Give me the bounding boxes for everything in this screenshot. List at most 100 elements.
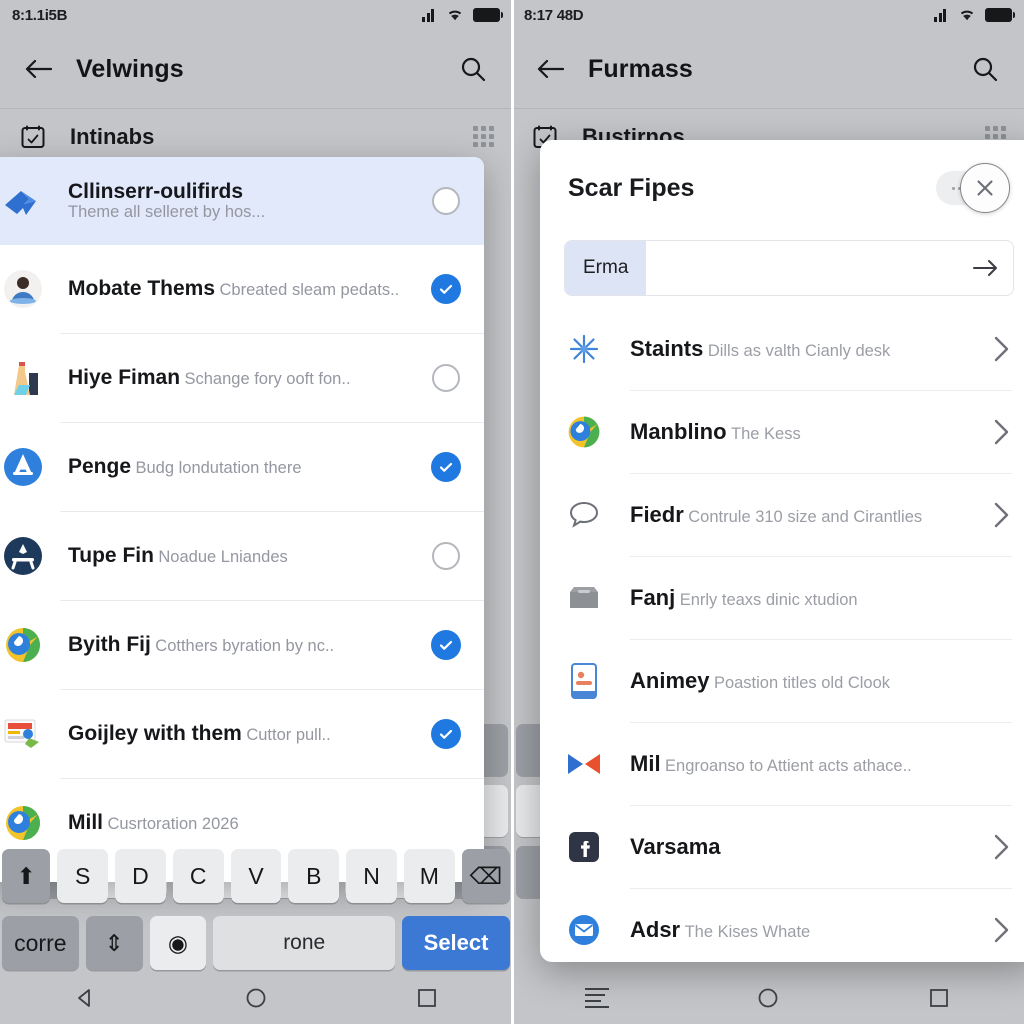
key-s[interactable]: S xyxy=(57,849,109,903)
key-n[interactable]: N xyxy=(346,849,397,903)
recents-square-icon[interactable] xyxy=(404,975,450,1021)
home-circle-icon[interactable] xyxy=(745,975,791,1021)
key-backspace[interactable]: ⌫ xyxy=(461,849,510,903)
list-item-toggle[interactable] xyxy=(430,719,462,749)
inbox-tray-icon xyxy=(562,584,606,612)
list-item-subtitle: Cotthers byration by nc.. xyxy=(155,637,335,656)
battery-icon xyxy=(985,8,1015,22)
list-item-text: Hiye Fiman Schange fory ooft fon.. xyxy=(68,366,430,390)
list-item[interactable]: Mobate Thems Cbreated sleam pedats.. xyxy=(0,245,484,333)
chevron-right-icon[interactable] xyxy=(990,419,1012,445)
list-item[interactable]: Manblino The Kess xyxy=(540,391,1024,473)
list-item-title: Staints xyxy=(630,336,704,362)
key-b[interactable]: B xyxy=(288,849,340,903)
key-space[interactable]: rone xyxy=(213,916,396,970)
list-item[interactable]: Animey Poastion titles old Clook xyxy=(540,640,1024,722)
calendar-check-icon xyxy=(18,122,48,152)
chevron-right-icon[interactable] xyxy=(990,917,1012,943)
list-item-toggle[interactable] xyxy=(430,542,462,570)
dark-circle-icon xyxy=(0,533,46,579)
list-item[interactable]: Byith Fij Cotthers byration by nc.. xyxy=(0,601,484,689)
right-app-bar: Furmass xyxy=(512,30,1024,108)
back-arrow-icon[interactable] xyxy=(530,49,570,89)
person-avatar-icon xyxy=(0,266,46,312)
list-item-subtitle: Cusrtoration 2026 xyxy=(107,815,239,834)
panel-divider xyxy=(511,0,514,1024)
chevron-right-icon[interactable] xyxy=(990,502,1012,528)
bowtie-icon xyxy=(562,751,606,777)
list-item-text: Manblino The Kess xyxy=(630,419,990,444)
search-input[interactable] xyxy=(646,241,959,295)
battery-icon xyxy=(473,8,503,22)
key-shift[interactable]: ⬆ xyxy=(2,849,51,903)
list-item-subtitle: Schange fory ooft fon.. xyxy=(184,370,351,389)
list-item-subtitle: Poastion titles old Clook xyxy=(713,674,891,693)
filter-chip[interactable]: Erma xyxy=(565,241,647,295)
list-item-subtitle: Noadue Lniandes xyxy=(158,548,288,567)
list-item[interactable]: Staints Dills as valth Cianly desk xyxy=(540,308,1024,390)
close-x-icon[interactable] xyxy=(960,163,1010,213)
sparkle-star-icon xyxy=(562,332,606,366)
left-keyboard: ⬆ S D C V B N M ⌫ corre ⇕ ◉ rone Select xyxy=(0,847,512,972)
recents-square-icon[interactable] xyxy=(916,975,962,1021)
list-item[interactable]: Hiye Fiman Schange fory ooft fon.. xyxy=(0,334,484,422)
list-item[interactable]: Cllinserr-oulifirds Theme all selleret b… xyxy=(0,157,484,245)
key-c[interactable]: C xyxy=(172,849,224,903)
list-item-title: Hiye Fiman xyxy=(68,366,181,390)
key-d[interactable]: D xyxy=(115,849,166,903)
list-item-subtitle: Contrule 310 size and Cirantlies xyxy=(688,508,923,527)
signal-icon xyxy=(934,8,949,22)
back-arrow-icon[interactable] xyxy=(18,49,58,89)
list-item-subtitle: Budg londutation there xyxy=(135,459,302,478)
bottle-icon xyxy=(0,355,46,401)
list-item[interactable]: Fiedr Contrule 310 size and Cirantlies xyxy=(540,474,1024,556)
search-input-row[interactable]: Erma xyxy=(564,240,1014,296)
list-item-toggle[interactable] xyxy=(430,187,462,215)
list-item[interactable]: Tupe Fin Noadue Lniandes xyxy=(0,512,484,600)
list-item-subtitle: Enrly teaxs dinic xtudion xyxy=(679,591,858,610)
home-circle-icon[interactable] xyxy=(233,975,279,1021)
arrow-right-icon[interactable] xyxy=(959,241,1013,295)
list-item[interactable]: Adsr The Kises Whate xyxy=(540,889,1024,962)
page-title: Furmass xyxy=(588,54,693,83)
menu-lines-icon[interactable] xyxy=(574,975,620,1021)
key-corre[interactable]: corre xyxy=(2,916,79,970)
search-icon[interactable] xyxy=(452,48,494,90)
list-item-toggle[interactable] xyxy=(430,630,462,660)
chrome-like-icon xyxy=(0,622,46,668)
list-item[interactable]: Mil Engroanso to Attient acts athace.. xyxy=(540,723,1024,805)
list-item-title: Manblino xyxy=(630,419,727,445)
list-item-title: Byith Fij xyxy=(68,633,151,657)
radio-selected-icon xyxy=(431,630,461,660)
key-select[interactable]: Select xyxy=(402,916,511,970)
list-item[interactable]: Fanj Enrly teaxs dinic xtudion xyxy=(540,557,1024,639)
grid-dots-icon[interactable] xyxy=(473,126,494,147)
list-item-title: Adsr xyxy=(630,917,681,943)
list-item-title: Penge xyxy=(68,455,132,479)
chat-bubble-icon xyxy=(562,499,606,531)
key-v[interactable]: V xyxy=(230,849,282,903)
list-item-text: Fiedr Contrule 310 size and Cirantlies xyxy=(630,502,990,527)
back-triangle-icon[interactable] xyxy=(62,975,108,1021)
key-mic[interactable]: ◉ xyxy=(149,916,207,970)
list-item[interactable]: Goijley with them Cuttor pull.. xyxy=(0,690,484,778)
search-icon[interactable] xyxy=(964,48,1006,90)
chevron-right-icon[interactable] xyxy=(990,834,1012,860)
list-item-text: Tupe Fin Noadue Lniandes xyxy=(68,544,430,568)
list-item-toggle[interactable] xyxy=(430,274,462,304)
status-clock: 8:17 48D xyxy=(524,6,584,24)
key-m[interactable]: M xyxy=(403,849,455,903)
right-nav-bar xyxy=(512,972,1024,1024)
dialog-list: Staints Dills as valth Cianly desk Manbl… xyxy=(540,308,1024,962)
key-updown[interactable]: ⇕ xyxy=(85,916,143,970)
list-item-toggle[interactable] xyxy=(430,452,462,482)
radio-selected-icon xyxy=(431,274,461,304)
blue-arrow-icon xyxy=(0,178,46,224)
radio-unselected-icon xyxy=(432,364,460,392)
list-item-title: Mil xyxy=(630,751,661,777)
list-item[interactable]: Varsama xyxy=(540,806,1024,888)
list-item[interactable]: Penge Budg londutation there xyxy=(0,423,484,511)
list-item-title: Animey xyxy=(630,668,710,694)
list-item-toggle[interactable] xyxy=(430,364,462,392)
chevron-right-icon[interactable] xyxy=(990,336,1012,362)
